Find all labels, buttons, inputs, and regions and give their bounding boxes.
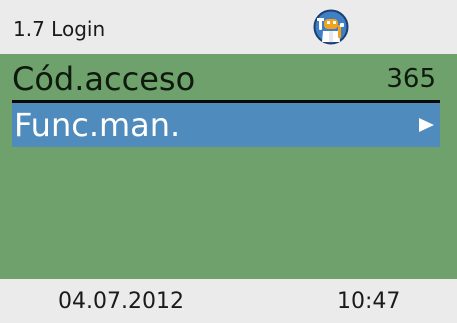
access-code-label: Cód.acceso	[12, 60, 196, 98]
menu-item-manual-function[interactable]: Func.man.	[12, 103, 440, 147]
menu-item-access-code[interactable]: Cód.acceso 365	[12, 58, 440, 100]
screen-title: 1.7 Login	[13, 17, 106, 41]
device-screen: 1.7 Login Cód.acceso 365 Func.man. 04.07…	[0, 0, 457, 323]
time-display: 10:47	[337, 289, 401, 314]
date-display: 04.07.2012	[58, 289, 184, 314]
technician-icon	[313, 9, 349, 45]
menu-area: Cód.acceso 365 Func.man.	[0, 54, 457, 279]
footer-bar: 04.07.2012 10:47	[0, 279, 457, 323]
manual-function-label: Func.man.	[14, 106, 181, 144]
header-bar: 1.7 Login	[0, 0, 457, 54]
arrow-right-icon	[419, 118, 434, 132]
access-code-value: 365	[386, 64, 436, 94]
